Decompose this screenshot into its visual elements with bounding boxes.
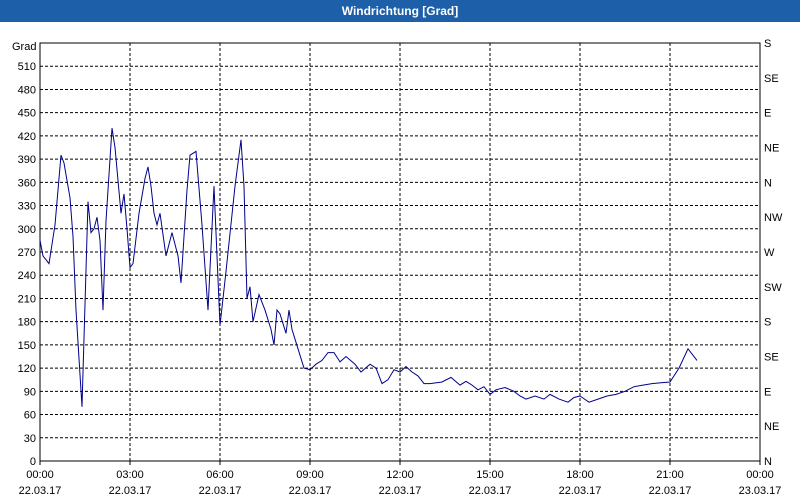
- y-tick-label: 330: [18, 201, 36, 213]
- x-tick-date: 22.03.17: [469, 485, 512, 497]
- right-tick-label: E: [764, 386, 771, 398]
- y-tick-label: 420: [18, 131, 36, 143]
- y-axis: 0 30 60 90 120 150 180 210 240 270 300 330 360 390 420…: [18, 61, 36, 468]
- right-tick-label: N: [764, 456, 772, 468]
- x-tick-time: 18:00: [566, 469, 594, 481]
- right-tick-label: W: [764, 247, 775, 259]
- right-tick-label: NW: [764, 212, 783, 224]
- x-tick-date: 22.03.17: [289, 485, 332, 497]
- y-tick-label: 90: [24, 386, 36, 398]
- x-tick-date: 22.03.17: [19, 485, 62, 497]
- x-tick-time: 09:00: [296, 469, 324, 481]
- y-tick-label: 510: [18, 61, 36, 73]
- wind-direction-chart: 0 30 60 90 120 150 180 210 240 270 300 330 360 390 420…: [12, 38, 783, 497]
- y-tick-label: 60: [24, 410, 36, 422]
- x-tick-time: 00:00: [746, 469, 774, 481]
- x-tick-time: 15:00: [476, 469, 504, 481]
- x-tick-time: 00:00: [26, 469, 54, 481]
- y-tick-label: 0: [30, 456, 36, 468]
- grid: [39, 42, 761, 462]
- right-tick-label: N: [764, 177, 772, 189]
- x-tick-date: 22.03.17: [199, 485, 242, 497]
- y-tick-label: 360: [18, 177, 36, 189]
- y-tick-label: 390: [18, 154, 36, 166]
- y-tick-label: 30: [24, 433, 36, 445]
- chart-window: Windrichtung [Grad] 0 30 60 90 120 150 180 210 2…: [0, 0, 800, 500]
- x-tick-date: 22.03.17: [649, 485, 692, 497]
- x-tick-date: 22.03.17: [109, 485, 152, 497]
- wind-direction-line: [39, 128, 698, 407]
- right-tick-label: E: [764, 108, 771, 120]
- x-tick-time: 06:00: [206, 469, 234, 481]
- x-tick-date: 22.03.17: [559, 485, 602, 497]
- x-tick-time: 12:00: [386, 469, 414, 481]
- y-tick-label: 240: [18, 270, 36, 282]
- right-tick-label: NE: [764, 421, 779, 433]
- right-tick-label: NE: [764, 143, 779, 155]
- y-tick-label: 450: [18, 108, 36, 120]
- right-tick-label: SE: [764, 352, 779, 364]
- y-tick-label: 270: [18, 247, 36, 259]
- y-tick-label: 180: [18, 317, 36, 329]
- y-tick-label: 300: [18, 224, 36, 236]
- y-tick-label: 480: [18, 84, 36, 96]
- x-tick-time: 21:00: [656, 469, 684, 481]
- y-tick-label: 120: [18, 363, 36, 375]
- right-tick-label: S: [764, 317, 771, 329]
- y-axis-label: Grad: [12, 41, 36, 53]
- right-tick-label: SW: [764, 282, 782, 294]
- x-axis: 00:00 22.03.17 03:00 22.03.17 06:00 22.03.17 0…: [19, 461, 782, 497]
- x-tick-date: 22.03.17: [379, 485, 422, 497]
- y-tick-label: 150: [18, 340, 36, 352]
- x-tick-time: 03:00: [116, 469, 144, 481]
- right-tick-label: S: [764, 38, 771, 50]
- right-axis: N NE E SE S SW W NW N NE E SE S: [764, 38, 783, 468]
- series: [39, 128, 698, 407]
- right-tick-label: SE: [764, 73, 779, 85]
- x-tick-date: 23.03.17: [739, 485, 782, 497]
- y-tick-label: 210: [18, 293, 36, 305]
